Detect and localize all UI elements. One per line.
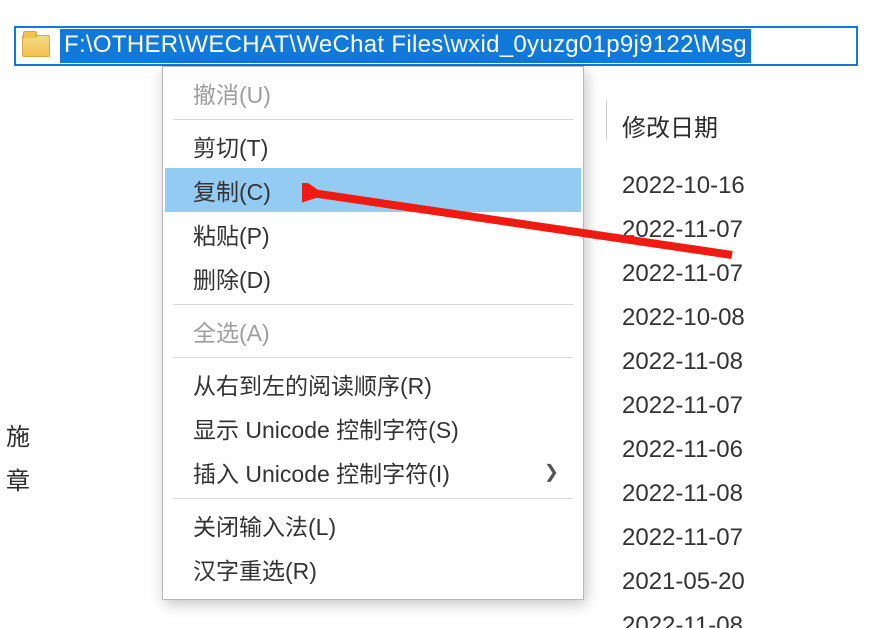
date-cell[interactable]: 2022-11-08 <box>622 604 745 628</box>
menu-insert-unicode-label: 插入 Unicode 控制字符(I) <box>193 455 450 489</box>
menu-show-unicode[interactable]: 显示 Unicode 控制字符(S) <box>165 406 581 450</box>
address-path[interactable]: F:\OTHER\WECHAT\WeChat Files\wxid_0yuzg0… <box>60 29 751 63</box>
date-cell[interactable]: 2022-11-07 <box>622 208 745 252</box>
context-menu: 撤消(U) 剪切(T) 复制(C) 粘贴(P) 删除(D) 全选(A) 从右到左… <box>162 66 584 600</box>
date-cell[interactable]: 2022-10-16 <box>622 164 745 208</box>
menu-paste[interactable]: 粘贴(P) <box>165 212 581 256</box>
date-cell[interactable]: 2022-11-08 <box>622 340 745 384</box>
menu-chinese-reselect[interactable]: 汉字重选(R) <box>165 547 581 591</box>
menu-separator <box>173 498 573 499</box>
menu-rtl-reading[interactable]: 从右到左的阅读顺序(R) <box>165 362 581 406</box>
menu-select-all[interactable]: 全选(A) <box>165 309 581 353</box>
date-cell[interactable]: 2022-11-07 <box>622 384 745 428</box>
menu-close-ime[interactable]: 关闭输入法(L) <box>165 503 581 547</box>
menu-copy[interactable]: 复制(C) <box>165 168 581 212</box>
menu-undo[interactable]: 撤消(U) <box>165 71 581 115</box>
left-text-fragment: 施 章 <box>6 416 30 504</box>
date-cell[interactable]: 2021-05-20 <box>622 560 745 604</box>
menu-separator <box>173 304 573 305</box>
menu-cut[interactable]: 剪切(T) <box>165 124 581 168</box>
date-column: 2022-10-16 2022-11-07 2022-11-07 2022-10… <box>622 164 745 628</box>
date-cell[interactable]: 2022-10-08 <box>622 296 745 340</box>
column-header-modified[interactable]: 修改日期 <box>622 108 718 143</box>
folder-icon <box>22 35 50 57</box>
date-cell[interactable]: 2022-11-08 <box>622 472 745 516</box>
menu-insert-unicode[interactable]: 插入 Unicode 控制字符(I) ❯ <box>165 450 581 494</box>
fragment-b: 章 <box>6 460 30 504</box>
submenu-arrow-icon: ❯ <box>544 462 559 483</box>
menu-separator <box>173 119 573 120</box>
date-cell[interactable]: 2022-11-07 <box>622 516 745 560</box>
address-bar[interactable]: F:\OTHER\WECHAT\WeChat Files\wxid_0yuzg0… <box>14 26 858 66</box>
menu-delete[interactable]: 删除(D) <box>165 256 581 300</box>
date-cell[interactable]: 2022-11-07 <box>622 252 745 296</box>
date-cell[interactable]: 2022-11-06 <box>622 428 745 472</box>
menu-separator <box>173 357 573 358</box>
fragment-a: 施 <box>6 416 30 460</box>
